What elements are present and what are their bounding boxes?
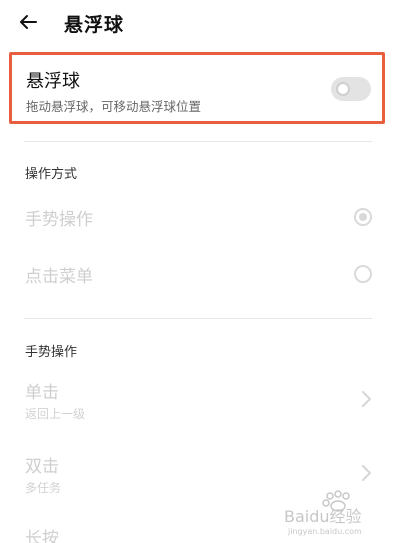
operation-mode-section-title: 操作方式 (25, 167, 78, 182)
chevron-right-icon (362, 465, 371, 481)
watermark-text: Baidu经验 (284, 507, 362, 526)
top-app-bar: 悬浮球 (0, 0, 400, 48)
option-gesture-label: 手势操作 (25, 210, 93, 230)
single-tap-label: 单击 (25, 383, 59, 403)
radio-click-menu[interactable] (354, 265, 372, 283)
option-click-menu-label: 点击菜单 (25, 267, 93, 287)
page-title: 悬浮球 (64, 14, 125, 36)
divider (24, 318, 372, 319)
floating-ball-settings-page: 悬浮球 悬浮球 拖动悬浮球，可移动悬浮球位置 操作方式 手势操作 点击菜单 手势… (0, 0, 400, 543)
arrow-left-icon (20, 15, 37, 29)
long-press-label: 长按 (25, 529, 59, 543)
option-click-menu[interactable]: 点击菜单 (0, 253, 400, 297)
floating-ball-switch[interactable] (331, 77, 371, 101)
watermark-sub: jingyan.baidu.com (287, 527, 362, 536)
double-tap-label: 双击 (25, 457, 59, 477)
floating-ball-toggle-row[interactable]: 悬浮球 拖动悬浮球，可移动悬浮球位置 (9, 52, 385, 124)
single-tap-value: 返回上一级 (25, 407, 86, 421)
gesture-operations-section-title: 手势操作 (25, 345, 78, 360)
floating-ball-description: 拖动悬浮球，可移动悬浮球位置 (26, 99, 202, 114)
baidu-jingyan-watermark: Baidu经验 jingyan.baidu.com (284, 490, 362, 536)
back-button[interactable] (16, 10, 40, 34)
radio-gesture[interactable] (354, 208, 372, 226)
double-tap-value: 多任务 (25, 481, 62, 495)
divider (24, 141, 372, 142)
switch-knob (336, 82, 350, 96)
floating-ball-label: 悬浮球 (26, 71, 80, 92)
chevron-right-icon (362, 391, 371, 407)
option-gesture[interactable]: 手势操作 (0, 196, 400, 240)
gesture-single-tap-row[interactable]: 单击 返回上一级 (0, 372, 400, 424)
